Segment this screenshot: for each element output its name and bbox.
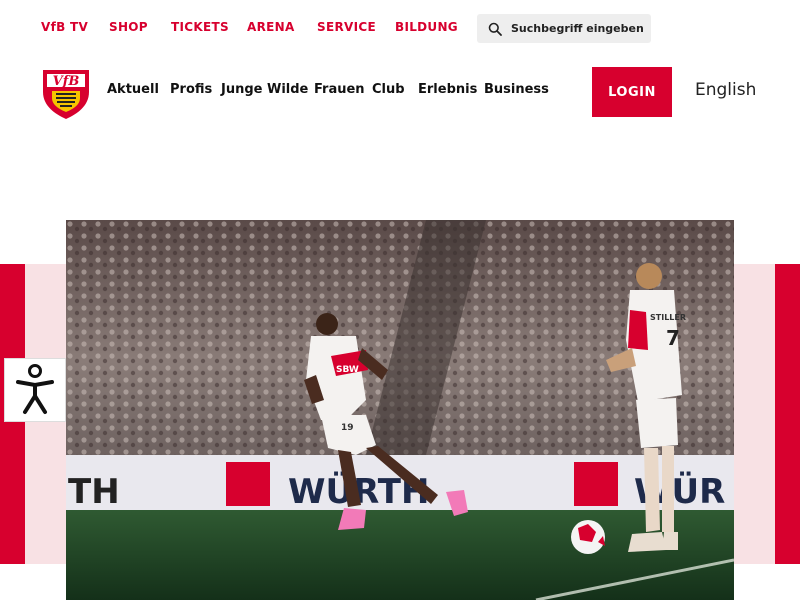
mainnav-item-business[interactable]: Business bbox=[484, 82, 549, 97]
player-left-sponsor: SBW bbox=[336, 365, 359, 375]
mainnav-item-junge-wilde[interactable]: Junge Wilde bbox=[221, 82, 308, 97]
accessibility-button[interactable] bbox=[4, 358, 66, 422]
hero-accent-right-pink bbox=[734, 264, 775, 564]
wuerth-logo-left bbox=[226, 462, 270, 506]
vfb-crest-icon: VfB bbox=[43, 70, 89, 119]
hero-image[interactable]: TH WÜRTH WÜR SBW 19 STILLER 7 bbox=[66, 220, 734, 600]
player-right-name: STILLER bbox=[650, 313, 686, 322]
ad-board-text-left: TH bbox=[68, 472, 120, 512]
login-button[interactable]: LOGIN bbox=[592, 67, 672, 117]
topnav-item-shop[interactable]: SHOP bbox=[109, 20, 148, 34]
player-right-number: 7 bbox=[666, 326, 680, 350]
search-input[interactable] bbox=[511, 14, 643, 43]
mainnav-item-frauen[interactable]: Frauen bbox=[314, 82, 365, 97]
football bbox=[571, 520, 605, 554]
topnav-item-tickets[interactable]: TICKETS bbox=[171, 20, 229, 34]
topnav-item-bildung[interactable]: BILDUNG bbox=[395, 20, 458, 34]
logo-text: VfB bbox=[53, 74, 80, 89]
vfb-logo[interactable]: VfB bbox=[41, 68, 91, 120]
mainnav-item-erlebnis[interactable]: Erlebnis bbox=[418, 82, 477, 97]
search-box[interactable] bbox=[477, 14, 651, 43]
mainnav-item-club[interactable]: Club bbox=[372, 82, 405, 97]
accessibility-person-icon bbox=[16, 364, 54, 414]
player-left-number: 19 bbox=[341, 423, 354, 433]
search-icon bbox=[488, 22, 502, 36]
pitch bbox=[66, 510, 734, 600]
language-switch-english[interactable]: English bbox=[695, 80, 756, 100]
topnav-item-service[interactable]: SERVICE bbox=[317, 20, 376, 34]
mainnav-item-profis[interactable]: Profis bbox=[170, 82, 212, 97]
mainnav-item-aktuell[interactable]: Aktuell bbox=[107, 82, 159, 97]
hero-accent-right-red bbox=[775, 264, 800, 564]
topnav-item-arena[interactable]: ARENA bbox=[247, 20, 295, 34]
wuerth-logo-right bbox=[574, 462, 618, 506]
utility-nav: VfB TV SHOP TICKETS ARENA SERVICE BILDUN… bbox=[0, 0, 800, 56]
topnav-item-vfb-tv[interactable]: VfB TV bbox=[41, 20, 88, 34]
